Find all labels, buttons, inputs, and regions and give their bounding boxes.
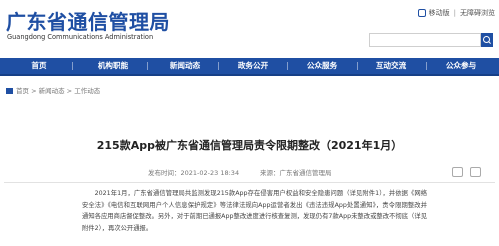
nav-participation[interactable]: 公众参与 [436, 58, 486, 74]
main-nav: 首页 机构职能 新闻动态 政务公开 公众服务 互动交流 公众参与 [0, 58, 499, 76]
nav-divider [147, 62, 148, 70]
top-link-divider: | [453, 9, 456, 17]
mobile-version-link[interactable]: 移动版 [429, 8, 450, 18]
mobile-icon [417, 9, 426, 17]
article-title: 215款App被广东省通信管理局责令限期整改（2021年1月） [96, 139, 403, 152]
nav-divider [426, 62, 427, 70]
nav-interaction[interactable]: 互动交流 [366, 58, 416, 74]
breadcrumb-home[interactable]: 首页 [16, 87, 29, 95]
nav-public-service[interactable]: 公众服务 [297, 58, 347, 74]
publish-time: 发布时间：2021-02-23 18:34 [148, 169, 240, 177]
search-input[interactable] [369, 33, 481, 47]
breadcrumb-separator: > [64, 87, 75, 95]
divider [4, 182, 495, 183]
home-icon [6, 88, 13, 94]
search-icon[interactable] [481, 33, 493, 47]
article-meta: 发布时间：2021-02-23 18:34 来源：广东省通信管理局 [0, 165, 499, 179]
nav-functions[interactable]: 机构职能 [88, 58, 138, 74]
article-paragraph: 2021年1月，广东省通信管理局共监测发现215款App存在侵害用户权益和安全隐… [82, 190, 427, 232]
breadcrumb-separator: > [29, 87, 39, 95]
site-header: 广东省通信管理局 Guangdong Communications Admini… [0, 0, 499, 58]
site-title[interactable]: 广东省通信管理局 [6, 6, 170, 35]
nav-home[interactable]: 首页 [20, 58, 58, 74]
nav-divider [357, 62, 358, 70]
nav-government-affairs[interactable]: 政务公开 [228, 58, 278, 74]
nav-news[interactable]: 新闻动态 [160, 58, 210, 74]
breadcrumb-news[interactable]: 新闻动态 [39, 87, 65, 95]
accessibility-link[interactable]: 无障碍浏览 [460, 8, 495, 18]
nav-divider [287, 62, 288, 70]
site-subtitle: Guangdong Communications Administration [7, 33, 154, 41]
nav-divider [218, 62, 219, 70]
nav-divider [72, 62, 73, 70]
top-links: 移动版 | 无障碍浏览 [417, 8, 495, 18]
breadcrumb: 首页 > 新闻动态 > 工作动态 [6, 85, 100, 95]
share-icon[interactable] [470, 167, 481, 177]
article-source: 来源：广东省通信管理局 [260, 169, 332, 177]
print-icon[interactable] [452, 167, 463, 177]
breadcrumb-work-news[interactable]: 工作动态 [74, 87, 100, 95]
article-body: 2021年1月，广东省通信管理局共监测发现215款App存在侵害用户权益和安全隐… [82, 188, 427, 234]
